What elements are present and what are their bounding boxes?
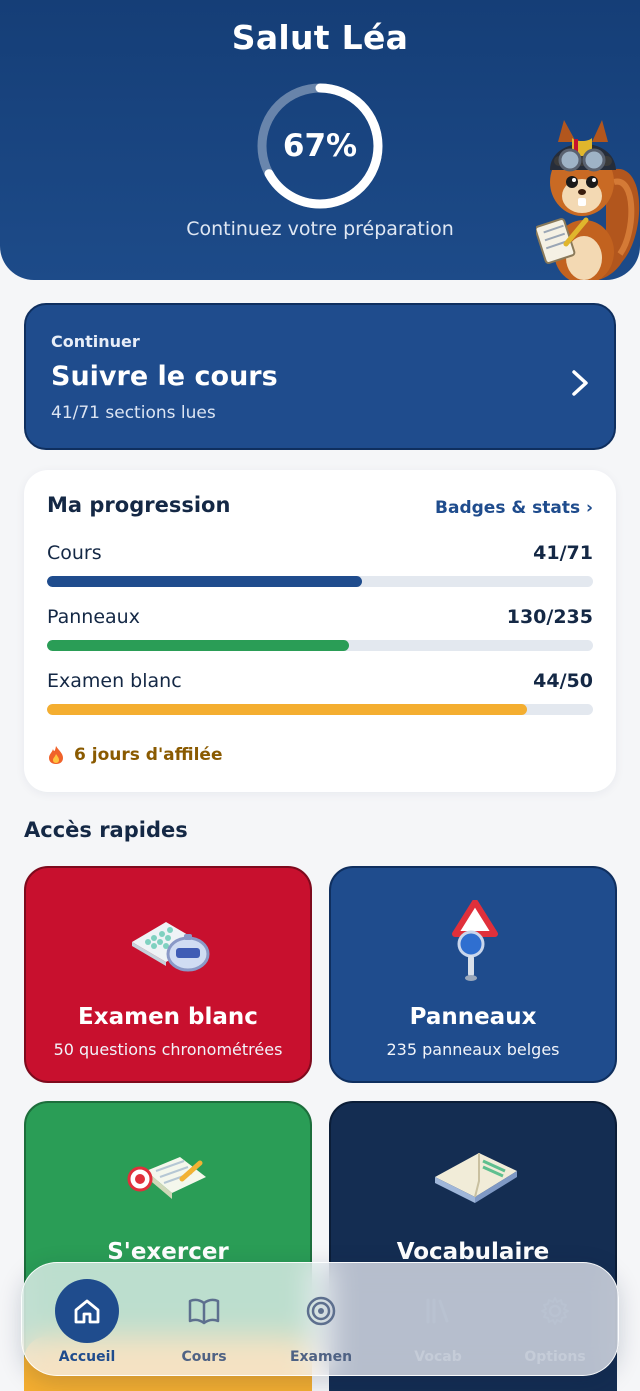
progress-row-label: Cours: [47, 542, 102, 564]
book-icon: [188, 1298, 220, 1325]
tab-label: Accueil: [58, 1349, 116, 1365]
open-book-icon: [435, 1153, 517, 1203]
tab-exam[interactable]: Examen: [262, 1263, 380, 1377]
progress-row-value: 41/71: [533, 542, 593, 564]
continue-subtitle: 41/71 sections lues: [51, 403, 216, 423]
bottom-tab-bar: Accueil Cours Examen Vocab Options: [21, 1262, 619, 1376]
tab-label: Options: [524, 1349, 586, 1365]
progress-title: Ma progression: [47, 493, 231, 517]
progress-percent: 67%: [282, 128, 358, 164]
continue-course-card[interactable]: Continuer Suivre le cours 41/71 sections…: [24, 303, 616, 450]
progress-bar-fill: [47, 704, 528, 715]
streak-text: 6 jours d'affilée: [74, 745, 223, 765]
continue-title: Suivre le cours: [51, 361, 278, 392]
home-icon: [74, 1299, 100, 1324]
tile-title: Examen blanc: [78, 1004, 258, 1030]
progress-bar-fill: [47, 576, 363, 587]
tab-vocab[interactable]: Vocab: [379, 1263, 497, 1377]
tab-label: Vocab: [414, 1349, 462, 1365]
progress-bar-track: [47, 640, 593, 651]
progress-row-label: Panneaux: [47, 606, 140, 628]
quick-tile-exam[interactable]: Examen blanc 50 questions chronométrées: [24, 866, 312, 1083]
tile-subtitle: 50 questions chronométrées: [53, 1040, 283, 1059]
chevron-right-icon: [572, 370, 588, 396]
tab-options[interactable]: Options: [496, 1263, 614, 1377]
target-icon: [306, 1296, 336, 1326]
progress-card: Ma progression Badges & stats › Cours 41…: [24, 470, 616, 792]
tab-label: Examen: [289, 1349, 353, 1365]
road-sign-magnifier-icon: [452, 900, 498, 981]
progress-row-label: Examen blanc: [47, 670, 182, 692]
notebook-target-icon: [127, 1157, 206, 1199]
greeting-title: Salut Léa: [231, 18, 409, 57]
flame-icon: [49, 746, 63, 764]
badges-stats-link[interactable]: Badges & stats ›: [435, 498, 593, 518]
header: Salut Léa 67% Continuez votre préparatio…: [0, 0, 640, 280]
tab-label: Cours: [181, 1349, 227, 1365]
tab-home[interactable]: Accueil: [28, 1263, 146, 1377]
tile-title: Panneaux: [409, 1004, 537, 1030]
quick-access-title: Accès rapides: [24, 818, 188, 842]
tile-subtitle: 235 panneaux belges: [386, 1040, 560, 1059]
squirrel-mascot-icon: [536, 120, 640, 280]
calculator-stopwatch-icon: [132, 922, 210, 972]
progress-row-value: 44/50: [533, 670, 593, 692]
tab-courses[interactable]: Cours: [145, 1263, 263, 1377]
progress-bar-track: [47, 704, 593, 715]
progress-ring: 67%: [256, 82, 384, 210]
gear-icon: [541, 1297, 569, 1325]
progress-row-value: 130/235: [506, 606, 593, 628]
streak-badge: 6 jours d'affilée: [47, 745, 222, 765]
quick-tile-signs[interactable]: Panneaux 235 panneaux belges: [329, 866, 617, 1083]
progress-bar-fill: [47, 640, 349, 651]
progress-bar-track: [47, 576, 593, 587]
library-icon: [426, 1298, 449, 1324]
continue-kicker: Continuer: [51, 332, 140, 351]
